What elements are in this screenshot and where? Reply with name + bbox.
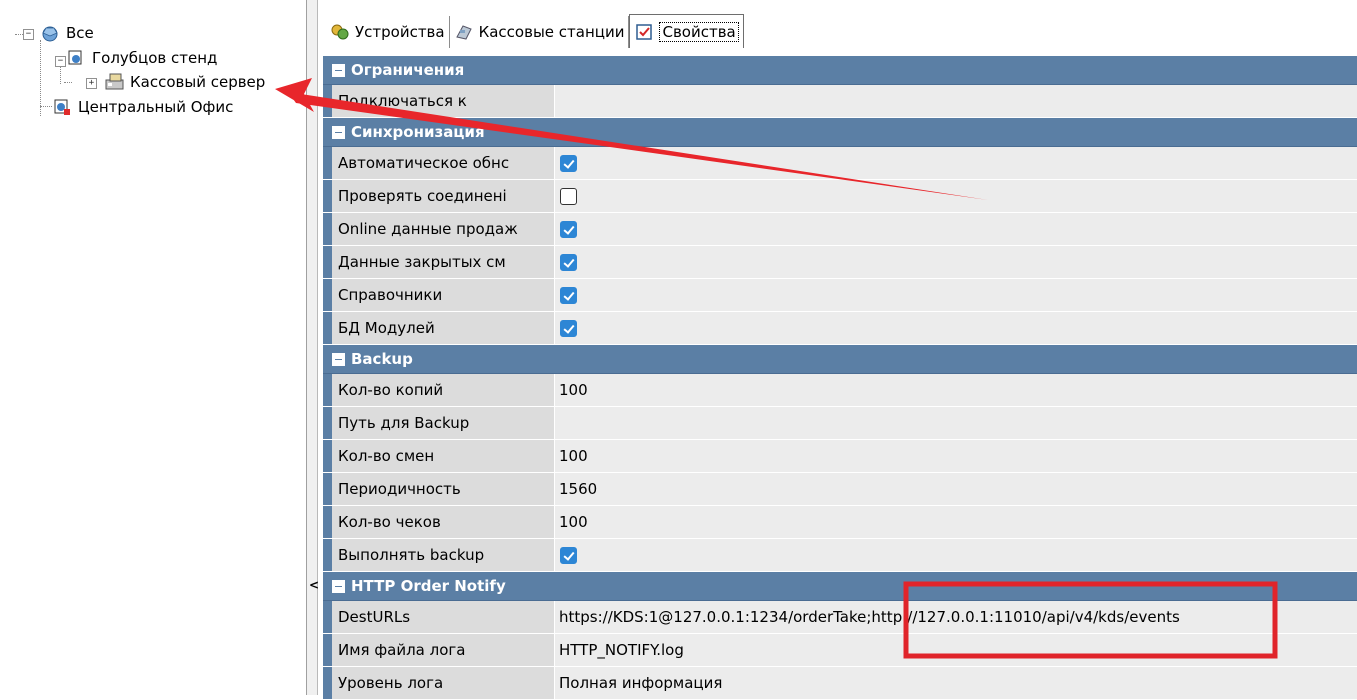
property-row[interactable]: Кол-во копий 100 (323, 374, 1357, 407)
property-name: Справочники (332, 279, 555, 311)
property-row[interactable]: Имя файла лога HTTP_NOTIFY.log (323, 634, 1357, 667)
category-title: Backup (351, 350, 413, 368)
property-name: Периодичность (332, 473, 555, 505)
property-checkbox[interactable] (560, 319, 577, 337)
property-value[interactable]: 100 (555, 506, 1357, 538)
property-grid: Ограничения Подключаться к Синхронизация… (323, 56, 1357, 700)
tab-bar: Устройства Кассовые станции Свойства (326, 14, 744, 48)
property-name: БД Модулей (332, 312, 555, 344)
tree-item-root[interactable]: Все (40, 22, 96, 44)
property-name: Кол-во чеков (332, 506, 555, 538)
property-row[interactable]: Путь для Backup (323, 407, 1357, 440)
tree-collapse-toggle[interactable]: − (23, 29, 34, 40)
property-row[interactable]: БД Модулей (323, 312, 1357, 345)
collapse-panel-button[interactable]: < (309, 576, 319, 594)
property-name: Путь для Backup (332, 407, 555, 439)
property-row[interactable]: Данные закрытых см (323, 246, 1357, 279)
property-row[interactable]: Проверять соединені (323, 180, 1357, 213)
property-checkbox[interactable] (560, 154, 577, 172)
tab-label: Кассовые станции (478, 23, 625, 41)
property-value[interactable]: HTTP_NOTIFY.log (555, 634, 1357, 666)
property-row[interactable]: Периодичность 1560 (323, 473, 1357, 506)
tree-connector (40, 40, 41, 116)
tree-item-office[interactable]: Центральный Офис (52, 96, 235, 118)
cash-server-icon (104, 73, 124, 91)
property-row[interactable]: Выполнять backup (323, 539, 1357, 572)
property-name: Проверять соединені (332, 180, 555, 212)
category-header[interactable]: Ограничения (323, 56, 1357, 85)
property-name: Уровень лога (332, 667, 555, 699)
tab-properties[interactable]: Свойства (629, 14, 744, 48)
property-name: Кол-во смен (332, 440, 555, 472)
category-title: Ограничения (351, 61, 465, 79)
property-name: DestURLs (332, 601, 555, 633)
tree-connector (40, 106, 52, 107)
property-value[interactable]: https://KDS:1@127.0.0.1:1234/orderTake;h… (555, 601, 1357, 633)
property-checkbox[interactable] (560, 220, 577, 238)
tree-connector (60, 64, 61, 84)
tree-panel: − Все − Голубцов стенд + Кассовый сервер… (0, 0, 307, 695)
property-value[interactable]: 100 (555, 440, 1357, 472)
property-row[interactable]: Кол-во чеков 100 (323, 506, 1357, 539)
tree-item-cash-server[interactable]: Кассовый сервер (104, 71, 267, 93)
collapse-category-icon[interactable] (332, 352, 345, 366)
property-row[interactable]: Уровень лога Полная информация (323, 667, 1357, 700)
property-name: Online данные продаж (332, 213, 555, 245)
property-row[interactable]: Справочники (323, 279, 1357, 312)
tab-devices[interactable]: Устройства (326, 16, 450, 48)
tree-connector (64, 82, 72, 83)
tab-label: Свойства (659, 21, 739, 42)
tree-item-label: Кассовый сервер (130, 73, 266, 91)
property-checkbox[interactable] (560, 546, 577, 564)
property-value[interactable] (555, 407, 1357, 439)
category-title: HTTP Order Notify (351, 577, 506, 595)
node-server-icon (66, 49, 86, 67)
tree-item-label: Центральный Офис (78, 98, 234, 116)
office-node-icon (52, 98, 72, 116)
property-row[interactable]: Кол-во смен 100 (323, 440, 1357, 473)
devices-icon (330, 23, 350, 41)
category-title: Синхронизация (351, 123, 485, 141)
tree-item-label: Голубцов стенд (92, 49, 218, 67)
property-value[interactable]: 1560 (555, 473, 1357, 505)
property-row[interactable]: Подключаться к (323, 85, 1357, 118)
collapse-category-icon[interactable] (332, 63, 345, 77)
tree-collapse-toggle[interactable]: − (55, 56, 66, 67)
tree-expand-toggle[interactable]: + (86, 78, 97, 89)
category-header[interactable]: HTTP Order Notify (323, 572, 1357, 601)
property-name: Данные закрытых см (332, 246, 555, 278)
property-checkbox[interactable] (560, 253, 577, 271)
tab-label: Устройства (355, 23, 445, 41)
property-name: Выполнять backup (332, 539, 555, 571)
cash-stations-icon (454, 23, 474, 41)
property-name: Подключаться к (332, 85, 555, 117)
collapse-category-icon[interactable] (332, 579, 345, 593)
property-value[interactable] (555, 85, 1357, 117)
property-value[interactable]: 100 (555, 374, 1357, 406)
property-name: Имя файла лога (332, 634, 555, 666)
properties-icon (634, 23, 654, 41)
property-name: Кол-во копий (332, 374, 555, 406)
property-value[interactable]: Полная информация (555, 667, 1357, 699)
category-header[interactable]: Синхронизация (323, 118, 1357, 147)
property-name: Автоматическое обнс (332, 147, 555, 179)
property-row[interactable]: Автоматическое обнс (323, 147, 1357, 180)
tree-connector (15, 34, 23, 35)
network-root-icon (40, 24, 60, 42)
property-checkbox[interactable] (560, 286, 577, 304)
property-row[interactable]: Online данные продаж (323, 213, 1357, 246)
property-checkbox[interactable] (560, 187, 577, 205)
category-header[interactable]: Backup (323, 345, 1357, 374)
tree-item-label: Все (66, 24, 94, 42)
tree-item-stand[interactable]: Голубцов стенд (66, 47, 219, 69)
property-row[interactable]: DestURLs https://KDS:1@127.0.0.1:1234/or… (323, 601, 1357, 634)
collapse-category-icon[interactable] (332, 125, 345, 139)
tab-cash-stations[interactable]: Кассовые станции (449, 16, 630, 48)
